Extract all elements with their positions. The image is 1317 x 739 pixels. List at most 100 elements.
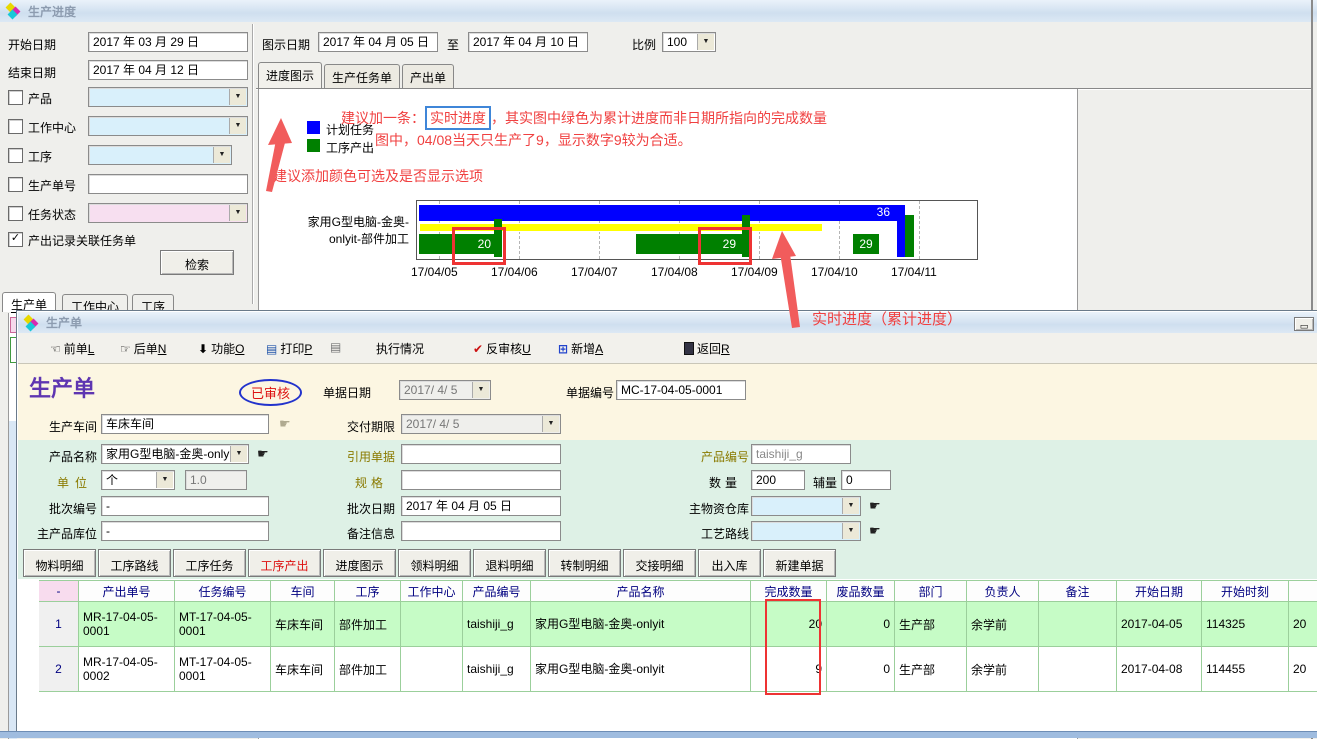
column-header[interactable]: - <box>39 580 79 602</box>
order-no-input[interactable] <box>88 174 248 194</box>
product-checkbox[interactable] <box>8 90 23 105</box>
column-header[interactable]: 废品数量 <box>827 580 895 602</box>
chart-date-from-input[interactable]: 2017 年 04 月 05 日 <box>318 32 438 52</box>
table-cell: 余学前 <box>967 602 1039 647</box>
column-header[interactable]: 备注 <box>1039 580 1117 602</box>
detail-tab-process-route[interactable]: 工序路线 <box>98 549 171 577</box>
detail-tab-return[interactable]: 退料明细 <box>473 549 546 577</box>
route-combo[interactable]: ▼ <box>751 521 861 541</box>
column-header[interactable]: 开始日期 <box>1117 580 1202 602</box>
aux-qty-input[interactable]: 0 <box>841 470 891 490</box>
detail-tab-process-output[interactable]: 工序产出 <box>248 549 321 577</box>
tab-progress-chart[interactable]: 进度图示 <box>258 62 322 88</box>
product-name-combo[interactable]: 家用G型电脑-金奥-only▼ <box>101 444 249 464</box>
progress-window-titlebar[interactable]: 生产进度 <box>0 0 1317 22</box>
scale-combo[interactable]: 100▼ <box>662 32 716 52</box>
batch-date-input[interactable]: 2017 年 04 月 05 日 <box>401 496 561 516</box>
back-button[interactable]: 返回R <box>684 340 730 357</box>
task-state-combo[interactable]: ▼ <box>88 203 248 223</box>
chart-date-to-input[interactable]: 2017 年 04 月 10 日 <box>468 32 588 52</box>
planned-total-value: 36 <box>877 205 890 219</box>
minimize-button[interactable]: ▭ <box>1294 317 1314 331</box>
column-header[interactable]: 产出单号 <box>79 580 175 602</box>
tab-task-orders[interactable]: 生产任务单 <box>324 64 400 88</box>
qty-label: 数量 <box>709 474 741 491</box>
linked-output-checkbox[interactable]: ✓ <box>8 232 23 247</box>
chevron-down-icon[interactable]: ▼ <box>542 416 559 432</box>
pointer-icon[interactable]: ☛ <box>279 416 291 432</box>
warehouse-combo[interactable]: ▼ <box>751 496 861 516</box>
work-center-checkbox[interactable] <box>8 119 23 134</box>
hand-right-icon: ☞ <box>120 342 131 356</box>
tab-output-orders[interactable]: 产出单 <box>402 64 454 88</box>
next-doc-button[interactable]: ☞后单N <box>120 340 166 357</box>
process-combo[interactable]: ▼ <box>88 145 232 165</box>
unit-combo[interactable]: 个▼ <box>101 470 175 490</box>
ref-doc-input[interactable] <box>401 444 561 464</box>
detail-tab-new-doc[interactable]: 新建单据 <box>763 549 836 577</box>
detail-tab-picking[interactable]: 领料明细 <box>398 549 471 577</box>
column-header[interactable]: 任务编号 <box>175 580 271 602</box>
detail-tab-handover[interactable]: 交接明细 <box>623 549 696 577</box>
column-header[interactable]: 开始时刻 <box>1202 580 1289 602</box>
remark-input[interactable] <box>401 521 561 541</box>
spec-input[interactable] <box>401 470 561 490</box>
pointer-icon[interactable]: ☛ <box>257 446 269 462</box>
location-input[interactable]: - <box>101 521 269 541</box>
work-center-combo[interactable]: ▼ <box>88 116 248 136</box>
bottom-tab-order[interactable]: 生产单 <box>2 292 56 312</box>
pointer-icon[interactable]: ☛ <box>869 498 881 514</box>
chevron-down-icon[interactable]: ▼ <box>229 205 246 221</box>
print-button[interactable]: ▤打印P <box>266 340 312 357</box>
exec-status-button[interactable]: 执行情况 <box>376 340 424 357</box>
column-header[interactable]: 产品名称 <box>531 580 751 602</box>
column-header[interactable]: 工作中心 <box>401 580 463 602</box>
detail-tab-inout[interactable]: 出入库 <box>698 549 761 577</box>
column-header[interactable] <box>1289 580 1317 602</box>
pointer-icon[interactable]: ☛ <box>869 523 881 539</box>
function-button[interactable]: ⬇功能O <box>198 340 244 357</box>
start-date-input[interactable]: 2017 年 03 月 29 日 <box>88 32 248 52</box>
prev-doc-button[interactable]: ☜前单L <box>50 340 94 357</box>
product-combo[interactable]: ▼ <box>88 87 248 107</box>
chevron-down-icon[interactable]: ▼ <box>213 147 230 163</box>
table-row[interactable]: 1 MR-17-04-05-0001 MT-17-04-05-0001 车床车间… <box>39 602 1317 647</box>
product-no-input[interactable]: taishiji_g <box>751 444 851 464</box>
detail-tab-transfer[interactable]: 转制明细 <box>548 549 621 577</box>
table-cell <box>401 647 463 692</box>
batch-no-input[interactable]: - <box>101 496 269 516</box>
workshop-input[interactable]: 车床车间 <box>101 414 269 434</box>
printer-icon-button[interactable]: ▤ <box>330 340 341 354</box>
add-button[interactable]: ⊞新增A <box>558 340 603 357</box>
column-header[interactable]: 车间 <box>271 580 335 602</box>
qty-input[interactable]: 200 <box>751 470 805 490</box>
chevron-down-icon[interactable]: ▼ <box>230 446 247 462</box>
order-window-titlebar[interactable]: 生产单 <box>18 312 1317 333</box>
process-checkbox[interactable] <box>8 148 23 163</box>
column-header[interactable]: 产品编号 <box>463 580 531 602</box>
unit-factor-input[interactable]: 1.0 <box>185 470 247 490</box>
chevron-down-icon[interactable]: ▼ <box>697 34 714 50</box>
chevron-down-icon[interactable]: ▼ <box>842 498 859 514</box>
table-row[interactable]: 2 MR-17-04-05-0002 MT-17-04-05-0001 车床车间… <box>39 647 1317 692</box>
detail-tab-progress-chart[interactable]: 进度图示 <box>323 549 396 577</box>
end-date-input[interactable]: 2017 年 04 月 12 日 <box>88 60 248 80</box>
chevron-down-icon[interactable]: ▼ <box>156 472 173 488</box>
order-no-checkbox[interactable] <box>8 177 23 192</box>
doc-date-combo[interactable]: 2017/ 4/ 5▼ <box>399 380 491 400</box>
unaudit-button[interactable]: ✔反审核U <box>473 340 531 357</box>
doc-no-input[interactable]: MC-17-04-05-0001 <box>616 380 746 400</box>
search-button[interactable]: 检索 <box>160 250 234 275</box>
chevron-down-icon[interactable]: ▼ <box>842 523 859 539</box>
column-header[interactable]: 负责人 <box>967 580 1039 602</box>
task-state-checkbox[interactable] <box>8 206 23 221</box>
planned-task-bar[interactable]: 36 <box>419 205 902 221</box>
chevron-down-icon[interactable]: ▼ <box>472 382 489 398</box>
deliver-combo[interactable]: 2017/ 4/ 5▼ <box>401 414 561 434</box>
chevron-down-icon[interactable]: ▼ <box>229 118 246 134</box>
detail-tab-materials[interactable]: 物料明细 <box>23 549 96 577</box>
column-header[interactable]: 部门 <box>895 580 967 602</box>
column-header[interactable]: 工序 <box>335 580 401 602</box>
chevron-down-icon[interactable]: ▼ <box>229 89 246 105</box>
detail-tab-process-task[interactable]: 工序任务 <box>173 549 246 577</box>
